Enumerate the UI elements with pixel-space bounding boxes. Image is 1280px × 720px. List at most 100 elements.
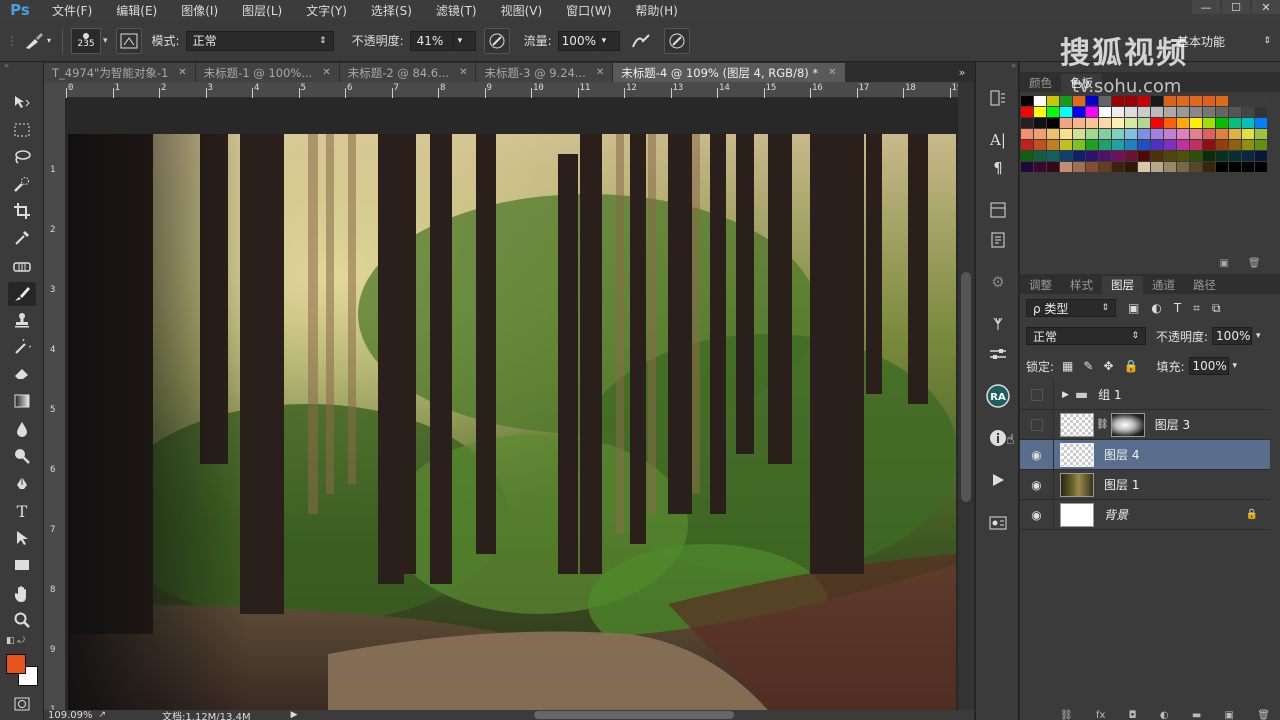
color-swatch[interactable] xyxy=(1151,129,1163,139)
vertical-scroll-thumb[interactable] xyxy=(961,272,971,502)
brush-tool-icon[interactable] xyxy=(8,282,36,306)
color-swatch[interactable] xyxy=(1034,118,1046,128)
menu-image[interactable]: 图像(I) xyxy=(169,2,230,19)
layer-name[interactable]: 背景 xyxy=(1104,506,1128,523)
color-swatch[interactable] xyxy=(1112,96,1124,106)
color-swatch[interactable] xyxy=(1099,162,1111,172)
layer-row-layer-1[interactable]: ◉ 图层 1 xyxy=(1020,469,1270,500)
color-swatch[interactable] xyxy=(1138,118,1150,128)
share-icon[interactable]: ↗ xyxy=(99,710,107,720)
color-swatch[interactable] xyxy=(1190,162,1202,172)
color-swatch[interactable] xyxy=(1177,151,1189,161)
color-swatch[interactable] xyxy=(1073,140,1085,150)
lock-position-icon[interactable]: ✥ xyxy=(1103,359,1113,373)
color-swatch[interactable] xyxy=(1138,140,1150,150)
3d-panel-icon[interactable]: ⚙ xyxy=(984,270,1012,294)
layer-row-layer-3[interactable]: ⛓ 图层 3 xyxy=(1020,409,1270,440)
color-swatch[interactable] xyxy=(1203,140,1215,150)
color-swatch[interactable] xyxy=(1164,129,1176,139)
color-swatch[interactable] xyxy=(1034,162,1046,172)
new-layer-icon[interactable]: ▣ xyxy=(1225,710,1234,720)
color-swatch[interactable] xyxy=(1151,107,1163,117)
color-swatch[interactable] xyxy=(1216,151,1228,161)
color-swatch[interactable] xyxy=(1086,151,1098,161)
adjustment-filter-icon[interactable]: ◐ xyxy=(1151,301,1161,315)
lock-all-icon[interactable]: 🔒 xyxy=(1124,359,1139,373)
blur-tool-icon[interactable] xyxy=(8,417,36,441)
color-swatch[interactable] xyxy=(1112,140,1124,150)
color-swatch[interactable] xyxy=(1021,129,1033,139)
paragraph-panel-icon[interactable]: ¶ xyxy=(984,156,1012,180)
pixel-filter-icon[interactable]: ▣ xyxy=(1128,301,1139,315)
color-swatch[interactable] xyxy=(1060,118,1072,128)
pen-tool-icon[interactable] xyxy=(8,472,36,496)
color-swatch[interactable] xyxy=(1242,162,1254,172)
color-swatch[interactable] xyxy=(1060,107,1072,117)
color-swatch[interactable] xyxy=(1255,118,1267,128)
color-swatch[interactable] xyxy=(1021,118,1033,128)
brush-size-picker[interactable]: 235 xyxy=(71,27,101,54)
color-swatch[interactable] xyxy=(1073,107,1085,117)
tab-document-smart-object[interactable]: T_4974"为智能对象-1 ✕ xyxy=(44,63,196,82)
color-swatch[interactable] xyxy=(1164,140,1176,150)
color-swatch[interactable] xyxy=(1190,151,1202,161)
color-swatch[interactable] xyxy=(1034,107,1046,117)
color-swatch[interactable] xyxy=(1047,96,1059,106)
color-swatch[interactable] xyxy=(1073,151,1085,161)
color-swatch[interactable] xyxy=(1099,151,1111,161)
color-swatch[interactable] xyxy=(1190,140,1202,150)
color-swatch[interactable] xyxy=(1086,118,1098,128)
lasso-tool-icon[interactable] xyxy=(8,145,36,169)
new-swatch-icon[interactable]: ▣ xyxy=(1219,258,1228,270)
tab-document-1[interactable]: 未标题-1 @ 100%... ✕ xyxy=(195,63,340,82)
move-tool-icon[interactable] xyxy=(8,90,36,114)
layer-row-group-1[interactable]: ▶ ▬ 组 1 xyxy=(1020,379,1270,410)
color-swatch[interactable] xyxy=(1151,118,1163,128)
color-swatch[interactable] xyxy=(1138,107,1150,117)
color-swatch[interactable] xyxy=(1125,140,1137,150)
color-swatch[interactable] xyxy=(1073,129,1085,139)
color-swatch[interactable] xyxy=(1255,140,1267,150)
color-swatch[interactable] xyxy=(1047,151,1059,161)
trash-icon[interactable]: 🗑 xyxy=(1248,258,1261,270)
properties-panel-icon[interactable] xyxy=(984,198,1012,222)
color-swatch[interactable] xyxy=(1164,151,1176,161)
color-swatch[interactable] xyxy=(1164,118,1176,128)
color-swatch[interactable] xyxy=(1151,151,1163,161)
color-swatch[interactable] xyxy=(1242,96,1254,106)
color-swatch[interactable] xyxy=(1034,129,1046,139)
color-swatch[interactable] xyxy=(1177,162,1189,172)
color-swatch[interactable] xyxy=(1190,107,1202,117)
color-swatch[interactable] xyxy=(1112,118,1124,128)
color-swatch[interactable] xyxy=(1177,107,1189,117)
workspace-select[interactable]: 基本功能 ⇕ xyxy=(1170,31,1278,51)
color-swatch[interactable] xyxy=(1255,96,1267,106)
color-swatch[interactable] xyxy=(1086,129,1098,139)
tab-styles[interactable]: 样式 xyxy=(1061,276,1102,294)
horizontal-scroll-thumb[interactable] xyxy=(534,711,734,719)
menu-edit[interactable]: 编辑(E) xyxy=(104,2,169,19)
rectangle-tool-icon[interactable] xyxy=(8,553,36,577)
color-swatch[interactable] xyxy=(1255,107,1267,117)
layer-name[interactable]: 组 1 xyxy=(1098,386,1121,403)
type-tool-icon[interactable]: T xyxy=(8,499,36,523)
color-swatch[interactable] xyxy=(1164,162,1176,172)
eye-icon[interactable]: ◉ xyxy=(1020,469,1054,500)
opacity-dropdown[interactable]: ▾ xyxy=(453,30,476,51)
color-swatch[interactable] xyxy=(1229,140,1241,150)
healing-brush-tool-icon[interactable] xyxy=(8,255,36,279)
color-swatch[interactable] xyxy=(1099,140,1111,150)
close-icon[interactable]: ✕ xyxy=(596,67,604,78)
color-swatch[interactable] xyxy=(1138,96,1150,106)
new-group-icon[interactable]: ▬ xyxy=(1192,710,1201,720)
layer-row-layer-4[interactable]: ◉ 图层 4 xyxy=(1020,439,1270,470)
pressure-size-button[interactable] xyxy=(663,27,690,54)
color-swatch[interactable] xyxy=(1203,151,1215,161)
color-swatch[interactable] xyxy=(1229,96,1241,106)
color-swatch[interactable] xyxy=(1190,129,1202,139)
color-swatch[interactable] xyxy=(1086,107,1098,117)
tab-channels[interactable]: 通道 xyxy=(1143,276,1184,294)
gradient-tool-icon[interactable] xyxy=(8,389,36,413)
color-swatch[interactable] xyxy=(1112,162,1124,172)
horizontal-ruler[interactable]: 0 1 2 3 4 5 6 7 8 9 10 11 12 13 14 15 16 17 18 19 xyxy=(66,82,962,98)
